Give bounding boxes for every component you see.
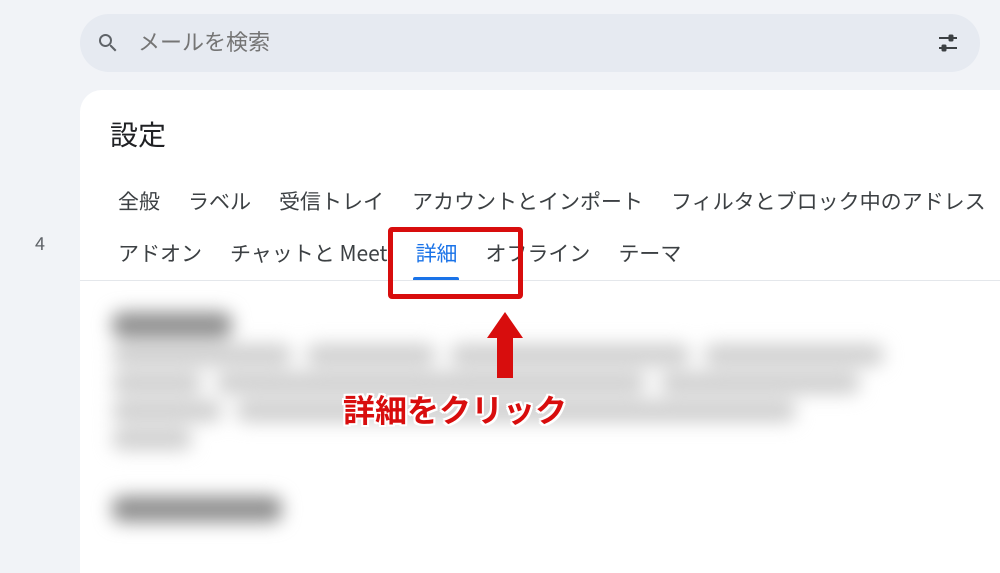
tab-5[interactable]: アドオン: [104, 228, 216, 280]
tab-7[interactable]: 詳細: [401, 228, 471, 280]
settings-title: 設定: [80, 114, 1000, 176]
blurred-body: [112, 312, 972, 528]
settings-tabs: 全般ラベル受信トレイアカウントとインポートフィルタとブロック中のアドレスアドオン…: [80, 176, 1000, 281]
tab-2[interactable]: 受信トレイ: [265, 176, 398, 228]
search-bar[interactable]: [80, 14, 980, 72]
settings-panel: 設定 全般ラベル受信トレイアカウントとインポートフィルタとブロック中のアドレスア…: [80, 90, 1000, 573]
tab-6[interactable]: チャットと Meet: [216, 228, 401, 280]
tab-9[interactable]: テーマ: [604, 228, 695, 280]
tab-0[interactable]: 全般: [104, 176, 174, 228]
tab-1[interactable]: ラベル: [174, 176, 265, 228]
tab-8[interactable]: オフライン: [471, 228, 604, 280]
left-gutter: 4: [0, 0, 80, 573]
unread-count: 4: [35, 230, 45, 256]
search-input[interactable]: [136, 29, 936, 57]
search-icon[interactable]: [96, 31, 120, 55]
tab-3[interactable]: アカウントとインポート: [398, 176, 657, 228]
tune-icon[interactable]: [936, 31, 960, 55]
tab-4[interactable]: フィルタとブロック中のアドレス: [657, 176, 1000, 228]
